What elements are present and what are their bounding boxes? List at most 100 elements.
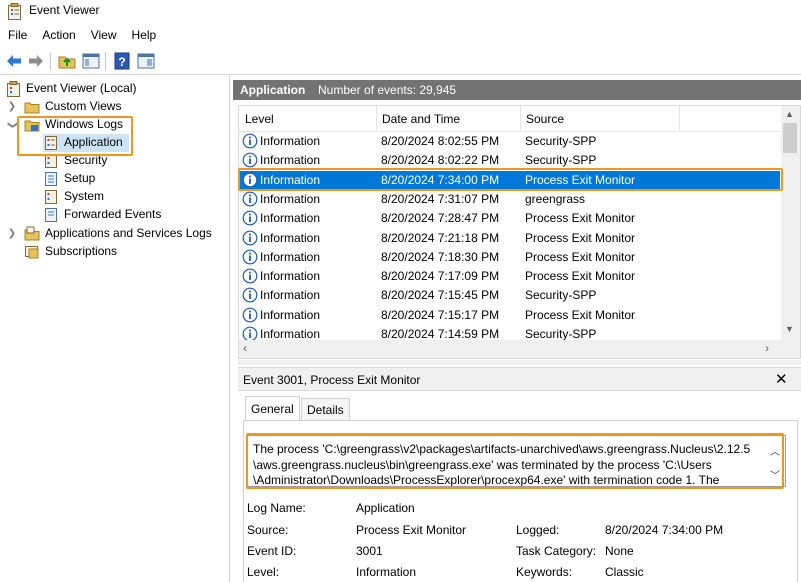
tree-label: Application [64,135,123,149]
scroll-left-icon[interactable]: ‹ [243,341,247,355]
log-icon [45,172,57,186]
cell-source: Process Exit Monitor [525,172,636,187]
information-icon [242,230,258,245]
cell-source: Security-SPP [525,288,597,303]
show-hide-action-pane-icon[interactable] [136,51,156,71]
tree-item-application[interactable]: Application [43,134,129,152]
table-row[interactable]: Information 8/20/2024 7:15:17 PM Process E… [239,306,780,325]
scroll-down-icon[interactable]: ▼ [785,324,794,334]
cell-source: Process Exit Monitor [525,307,636,322]
scroll-up-icon[interactable]: ▲ [785,109,794,119]
menu-view[interactable]: View [83,26,124,46]
event-count: Number of events: 29,945 [318,83,457,97]
tree-item-event-viewer-local[interactable]: Event Viewer (Local) [0,80,228,98]
tree-item-applications-and-services-logs[interactable]: ❯ Applications and Services Logs [0,225,228,243]
cell-source: greengrass [525,191,586,206]
scroll-thumb[interactable] [783,123,797,153]
information-icon [242,133,258,149]
folder-icon [24,102,40,114]
horizontal-scrollbar[interactable]: ‹ › [239,340,800,358]
show-hide-tree-icon[interactable] [81,51,101,71]
menu-bar: File Action View Help [0,26,801,46]
tree-item-windows-logs[interactable]: ❯ Windows Logs [0,116,228,134]
tree-item-setup[interactable]: Setup [43,170,203,188]
table-row[interactable]: Information 8/20/2024 7:18:30 PM Process E… [239,248,780,267]
scroll-right-icon[interactable]: › [765,341,769,355]
cell-level: Information [260,288,321,303]
table-row[interactable]: Information 8/20/2024 7:34:00 PM Process E… [239,170,780,190]
tree-item-forwarded-events[interactable]: Forwarded Events [43,206,203,224]
table-row[interactable]: Information 8/20/2024 7:28:47 PM Process E… [239,209,780,228]
chevron-up-icon[interactable]: ︿ [770,443,780,458]
event-description[interactable]: The process 'C:\greengrass\v2\packages\a… [247,435,786,487]
forward-icon[interactable] [26,51,46,71]
tab-details[interactable]: Details [301,398,350,420]
table-row[interactable]: Information 8/20/2024 8:02:22 PM Security-… [239,151,780,170]
cell-level: Information [260,211,321,226]
cell-level: Information [260,327,321,341]
tree-label: Subscriptions [45,244,118,258]
table-row[interactable]: Information 8/20/2024 7:31:07 PM greengras… [239,190,780,209]
column-header-source[interactable]: Source [526,112,564,126]
column-header-level[interactable]: Level [245,112,274,126]
event-viewer-icon [7,81,20,97]
cell-date: 8/20/2024 7:31:07 PM [381,191,500,206]
window-title: Event Viewer [29,3,100,17]
cell-source: Process Exit Monitor [525,249,636,264]
information-icon [242,152,258,168]
menu-file[interactable]: File [0,26,34,46]
description-line: \Administrator\Downloads\ProcessExplorer… [253,473,720,487]
event-detail-header: Event 3001, Process Exit Monitor ✕ [238,367,801,391]
event-detail-title: Event 3001, Process Exit Monitor [243,373,421,387]
folder-icon [24,226,40,241]
tree-item-security[interactable]: Security [43,152,203,170]
chevron-right-icon[interactable]: ❯ [7,229,17,239]
tree-item-subscriptions[interactable]: Subscriptions [0,243,228,261]
logged-label: Logged: [516,523,560,537]
back-icon[interactable] [4,51,24,71]
cell-date: 8/20/2024 7:17:09 PM [381,269,500,284]
tree-label: Custom Views [45,99,122,113]
log-name-value: Application [356,501,415,515]
table-row[interactable]: Information 8/20/2024 7:17:09 PM Process E… [239,267,780,286]
cell-level: Information [260,307,321,322]
table-row[interactable]: Information 8/20/2024 7:21:18 PM Process E… [239,229,780,248]
tree-item-custom-views[interactable]: ❯ Custom Views [0,98,228,116]
close-icon[interactable]: ✕ [775,370,788,388]
chevron-down-icon[interactable]: ﹀ [770,467,780,482]
chevron-down-icon[interactable]: ❯ [7,120,18,130]
cell-date: 8/20/2024 8:02:22 PM [381,153,500,168]
cell-date: 8/20/2024 8:02:55 PM [381,134,500,148]
cell-date: 8/20/2024 7:14:59 PM [381,327,500,341]
table-row[interactable]: Information 8/20/2024 8:02:55 PM Security-… [239,132,780,151]
chevron-right-icon[interactable]: ❯ [7,102,17,112]
main-pane: Application Number of events: 29,945 Lev… [233,76,801,582]
vertical-scrollbar[interactable]: ▲ ▼ [781,106,800,340]
tree-item-system[interactable]: System [43,188,203,206]
table-row[interactable]: Information 8/20/2024 7:15:45 PM Security-… [239,286,780,305]
event-id-label: Event ID: [247,544,297,558]
cell-source: Process Exit Monitor [525,230,636,245]
cell-date: 8/20/2024 7:18:30 PM [381,249,500,264]
tab-general[interactable]: General [245,396,300,420]
cell-date: 8/20/2024 7:15:45 PM [381,288,500,303]
toolbar: ? [0,47,801,75]
log-header: Application Number of events: 29,945 [233,80,801,100]
help-icon[interactable]: ? [112,51,132,71]
column-header-date[interactable]: Date and Time [382,112,460,126]
description-text: The process 'C:\greengrass\v2\packages\a… [253,442,763,487]
tree-label: Event Viewer (Local) [26,81,137,95]
log-icon [45,136,57,150]
information-icon [242,268,258,284]
tree-label: Applications and Services Logs [45,226,212,240]
pane-splitter[interactable] [238,360,801,365]
cell-level: Information [260,134,321,148]
menu-help[interactable]: Help [124,26,164,46]
up-folder-icon[interactable] [57,51,77,71]
cell-level: Information [260,191,321,206]
tree-label: Windows Logs [45,117,124,131]
column-header-row: Level Date and Time Source [239,106,780,132]
menu-action[interactable]: Action [34,26,82,46]
cell-level: Information [260,172,321,187]
cell-date: 8/20/2024 7:28:47 PM [381,211,500,226]
